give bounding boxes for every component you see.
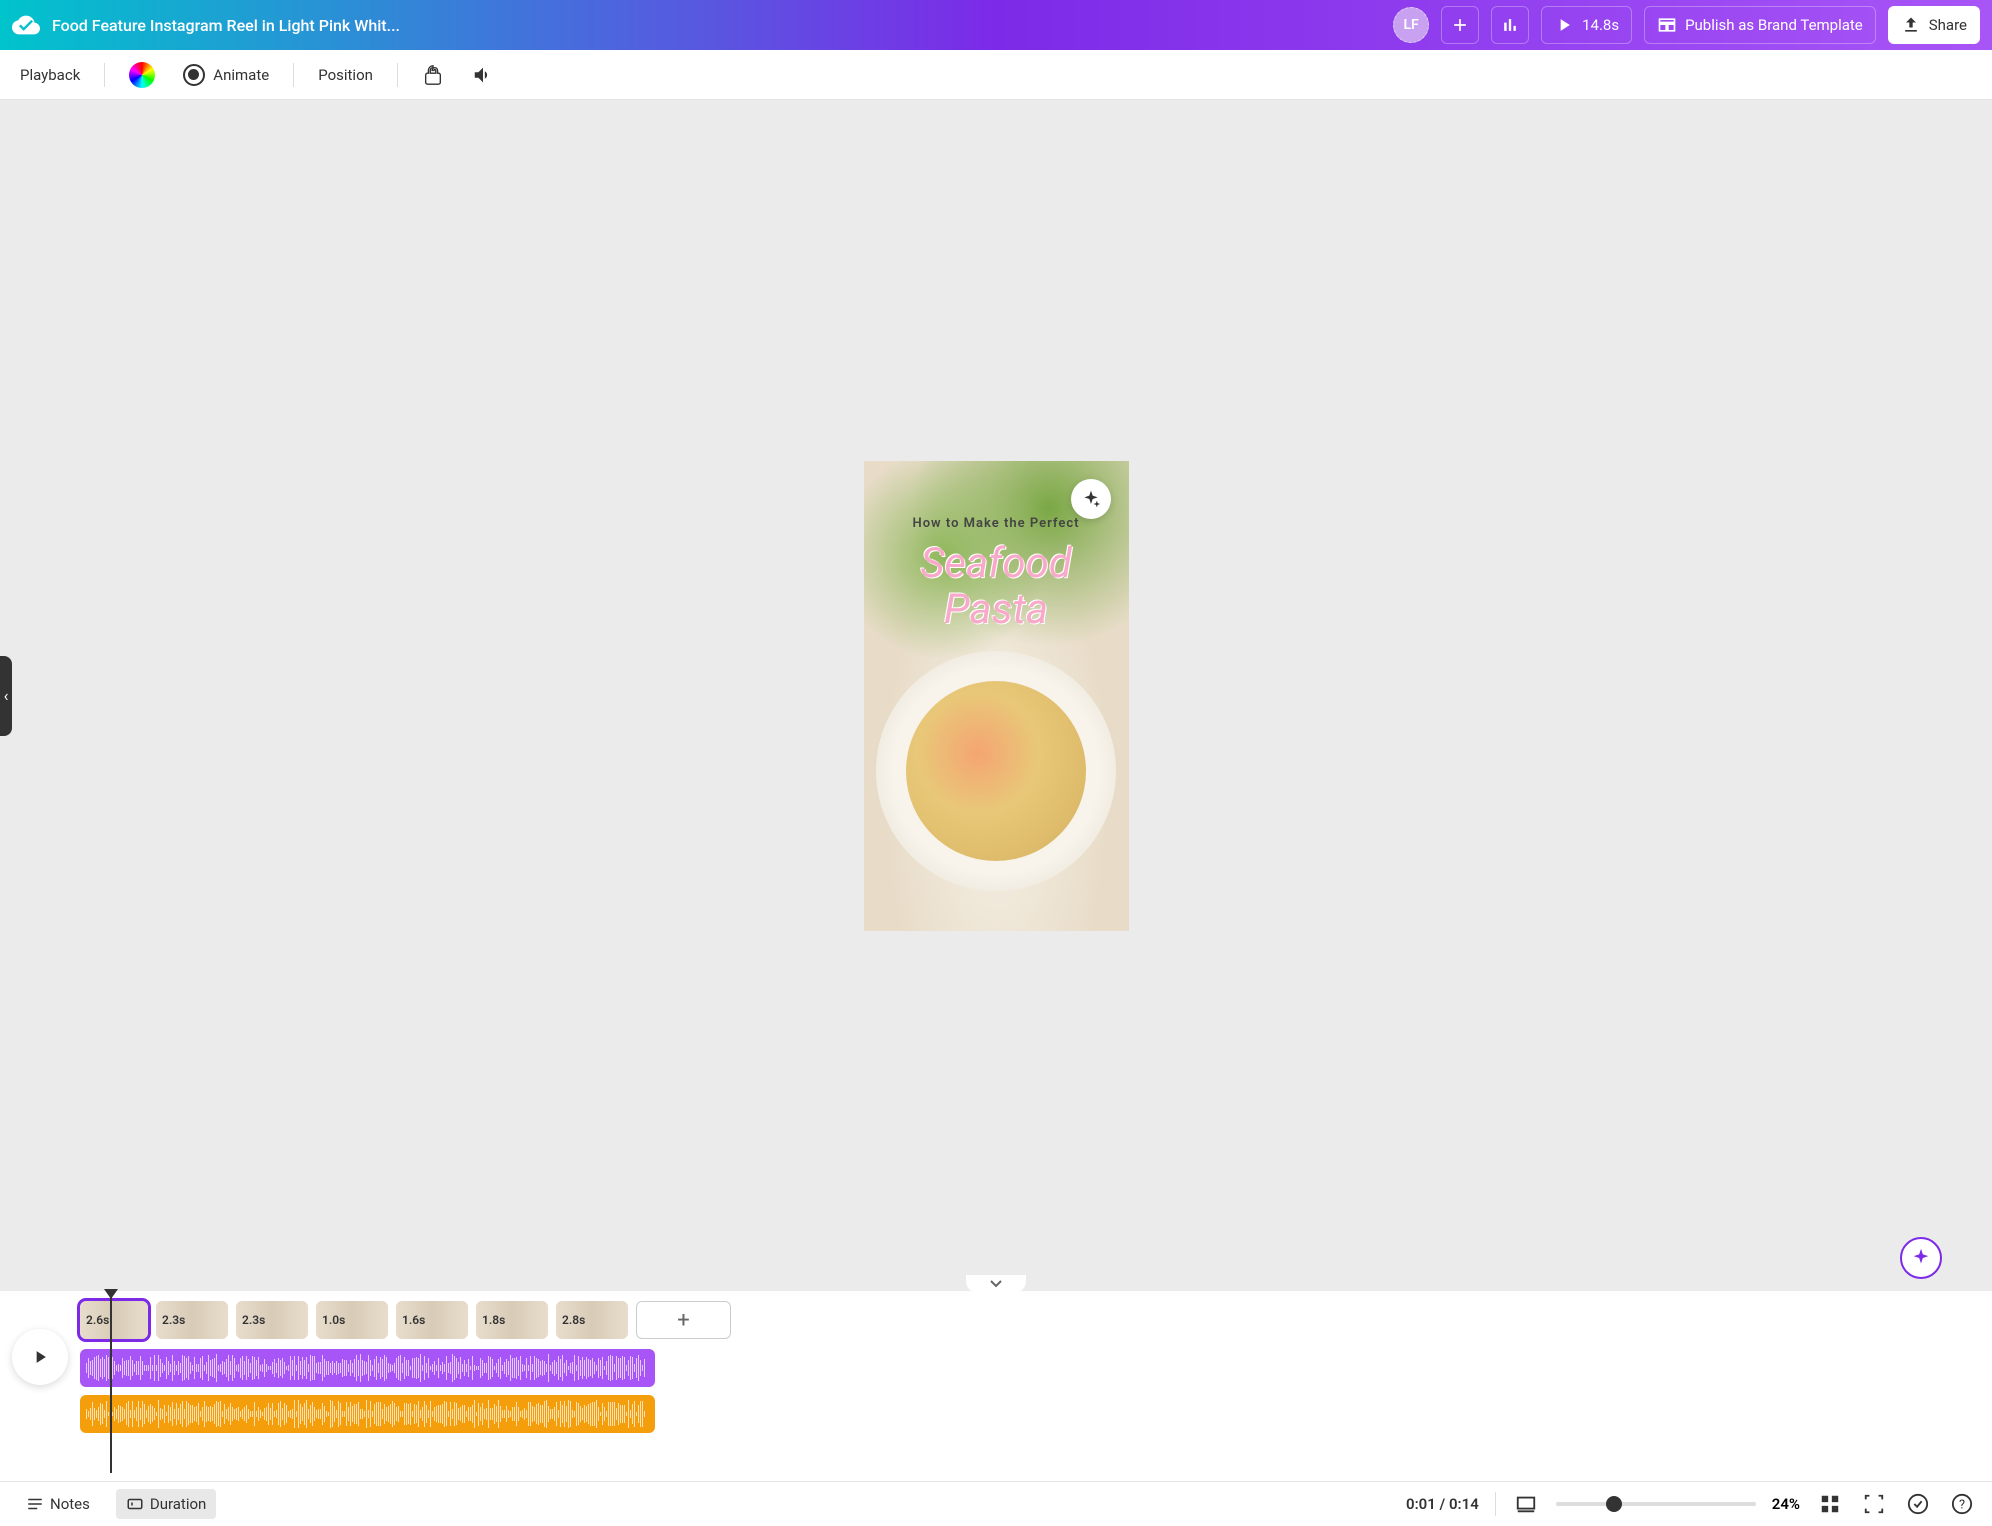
divider	[1495, 1492, 1496, 1516]
play-duration-button[interactable]: 14.8s	[1541, 6, 1632, 44]
volume-button[interactable]	[468, 58, 498, 92]
notes-icon	[26, 1495, 44, 1513]
divider	[293, 63, 294, 87]
template-icon	[1657, 15, 1677, 35]
add-collaborator-button[interactable]	[1441, 6, 1479, 44]
duration-button[interactable]: Duration	[116, 1489, 216, 1519]
time-display: 0:01 / 0:14	[1406, 1495, 1479, 1513]
chart-icon	[1500, 15, 1520, 35]
ai-assistant-button[interactable]	[1900, 1237, 1942, 1279]
canvas-area: ‹ How to Make the Perfect Seafood Pasta	[0, 100, 1992, 1291]
playhead[interactable]	[110, 1289, 112, 1473]
plate-image	[876, 651, 1116, 891]
zoom-thumb[interactable]	[1606, 1496, 1622, 1512]
view-icon	[1515, 1493, 1537, 1515]
timeline-clip[interactable]: 1.8s	[476, 1301, 548, 1339]
animate-button[interactable]: Animate	[179, 58, 273, 92]
clips-row: 2.6s2.3s2.3s1.0s1.6s1.8s2.8s+	[80, 1299, 1980, 1341]
play-icon	[30, 1347, 50, 1367]
checkmark-circle-icon	[1907, 1493, 1929, 1515]
user-avatar[interactable]: LF	[1393, 7, 1429, 43]
help-icon: ?	[1951, 1493, 1973, 1515]
duration-label: 14.8s	[1582, 16, 1619, 34]
canvas-frame[interactable]: How to Make the Perfect Seafood Pasta	[864, 461, 1129, 931]
publish-template-button[interactable]: Publish as Brand Template	[1644, 6, 1876, 44]
editor-toolbar: Playback Animate Position	[0, 50, 1992, 100]
color-wheel-icon	[129, 62, 155, 88]
audio-track-music[interactable]	[80, 1349, 655, 1387]
timeline-clip[interactable]: 2.3s	[236, 1301, 308, 1339]
audio-track-voiceover[interactable]	[80, 1395, 655, 1433]
sparkle-button[interactable]	[1071, 479, 1111, 519]
grid-icon	[1819, 1493, 1841, 1515]
zoom-level: 24%	[1772, 1495, 1800, 1513]
play-icon	[1554, 15, 1574, 35]
view-mode-button[interactable]	[1512, 1490, 1540, 1518]
color-picker-button[interactable]	[125, 56, 159, 94]
volume-icon	[472, 64, 494, 86]
position-button[interactable]: Position	[314, 60, 377, 90]
animate-icon	[183, 64, 205, 86]
divider	[397, 63, 398, 87]
timeline-clip[interactable]: 2.3s	[156, 1301, 228, 1339]
divider	[104, 63, 105, 87]
sparkle-icon	[1910, 1247, 1932, 1269]
bottom-bar: Notes Duration 0:01 / 0:14 24% ?	[0, 1481, 1992, 1526]
waveform	[86, 1355, 649, 1381]
svg-text:?: ?	[1959, 1498, 1965, 1513]
timeline-clip[interactable]: 1.6s	[396, 1301, 468, 1339]
timeline-play-button[interactable]	[12, 1329, 68, 1385]
timeline-clip[interactable]: 2.8s	[556, 1301, 628, 1339]
timeline-clip[interactable]: 1.0s	[316, 1301, 388, 1339]
playback-button[interactable]: Playback	[16, 60, 84, 90]
arc-text[interactable]: How to Make the Perfect	[912, 516, 1079, 531]
sparkle-plus-icon	[1081, 489, 1101, 509]
plus-icon	[1450, 15, 1470, 35]
clock-icon	[126, 1495, 144, 1513]
checkmark-button[interactable]	[1904, 1490, 1932, 1518]
add-clip-button[interactable]: +	[636, 1301, 731, 1339]
side-panel-handle[interactable]: ‹	[0, 656, 12, 736]
cloud-sync-icon	[12, 11, 40, 39]
share-button[interactable]: Share	[1888, 6, 1980, 44]
grid-view-button[interactable]	[1816, 1490, 1844, 1518]
share-icon	[1901, 15, 1921, 35]
lock-button[interactable]	[418, 58, 448, 92]
fullscreen-button[interactable]	[1860, 1490, 1888, 1518]
main-title[interactable]: Seafood Pasta	[920, 541, 1072, 633]
top-bar: Food Feature Instagram Reel in Light Pin…	[0, 0, 1992, 50]
notes-button[interactable]: Notes	[16, 1489, 100, 1519]
waveform	[86, 1401, 649, 1427]
timeline-content: 2.6s2.3s2.3s1.0s1.6s1.8s2.8s+	[80, 1299, 1980, 1473]
zoom-slider[interactable]	[1556, 1502, 1756, 1506]
document-title[interactable]: Food Feature Instagram Reel in Light Pin…	[52, 16, 1381, 35]
fullscreen-icon	[1863, 1493, 1885, 1515]
timeline-clip[interactable]: 2.6s	[80, 1301, 148, 1339]
chevron-down-icon	[990, 1280, 1002, 1288]
pasta-image	[906, 681, 1086, 861]
timeline-area: 2.6s2.3s2.3s1.0s1.6s1.8s2.8s+	[0, 1291, 1992, 1481]
collapse-canvas-button[interactable]	[966, 1275, 1026, 1293]
analytics-button[interactable]	[1491, 6, 1529, 44]
unlock-icon	[422, 64, 444, 86]
help-button[interactable]: ?	[1948, 1490, 1976, 1518]
